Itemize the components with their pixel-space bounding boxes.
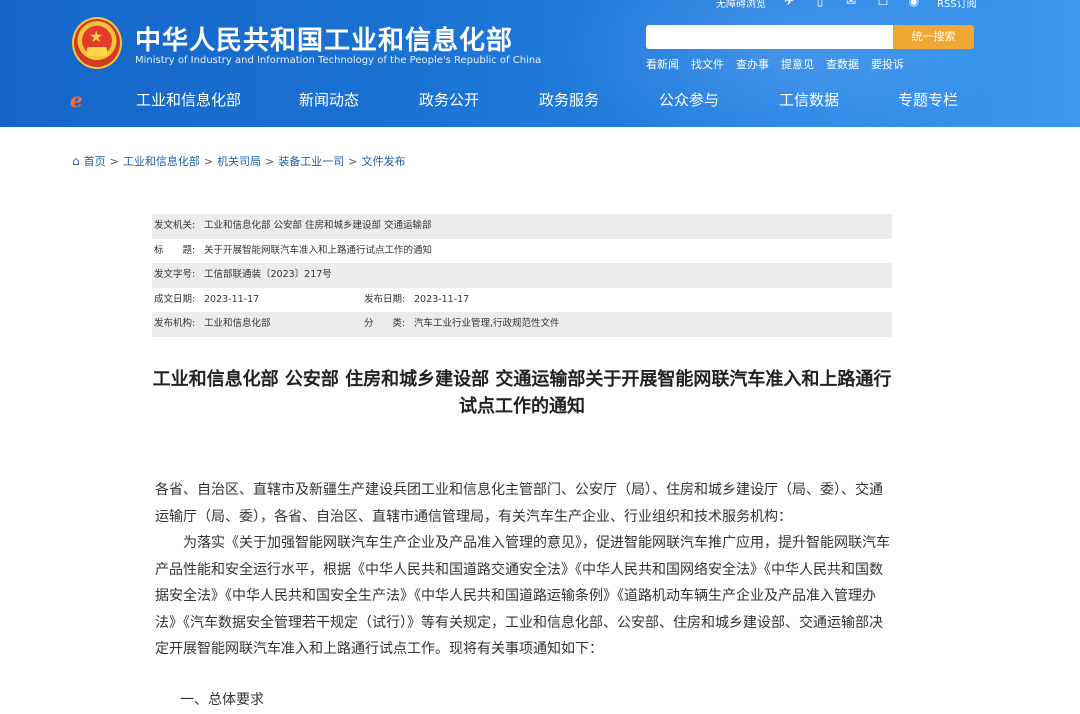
breadcrumb-separator: >	[203, 154, 214, 168]
star-icon: ★	[89, 27, 104, 46]
nav-item-news[interactable]: 新闻动态	[299, 88, 359, 112]
user-icon[interactable]: ☐	[876, 0, 890, 8]
meta-row-title: 标 题: 关于开展智能网联汽车准入和上路通行试点工作的通知	[152, 239, 892, 264]
created-date-label: 成文日期:	[154, 293, 196, 305]
meta-row-docno: 发文字号: 工信部联通装〔2023〕217号	[152, 263, 892, 288]
nav-item-gov-affairs[interactable]: 政务公开	[419, 88, 479, 112]
search-button[interactable]: 统一搜索	[893, 25, 974, 49]
nav-item-public-participation[interactable]: 公众参与	[659, 88, 719, 112]
body-paragraph: 为落实《关于加强智能网联汽车生产企业及产品准入管理的意见》，促进智能网联汽车推广…	[155, 535, 890, 657]
published-date-label: 发布日期:	[364, 293, 406, 305]
title-value: 关于开展智能网联汽车准入和上路通行试点工作的通知	[204, 244, 433, 256]
accessibility-link[interactable]: 无障碍浏览	[716, 0, 766, 10]
nav-item-gov-services[interactable]: 政务服务	[539, 88, 599, 112]
document-meta-table: 发文机关: 工业和信息化部 公安部 住房和城乡建设部 交通运输部 标 题: 关于…	[152, 214, 892, 337]
breadcrumb-equipment-dept[interactable]: 装备工业一司	[278, 153, 344, 169]
nav-item-miit[interactable]: 工业和信息化部	[136, 88, 241, 112]
search-input[interactable]	[646, 25, 893, 49]
docno-value: 工信部联通装〔2023〕217号	[204, 269, 332, 280]
breadcrumb: ⌂ 首页 > 工业和信息化部 > 机关司局 > 装备工业一司 > 文件发布	[72, 153, 406, 169]
site-header: ★ 中华人民共和国工业和信息化部 Ministry of Industry an…	[0, 0, 1080, 127]
quick-link-feedback[interactable]: 提意见	[781, 56, 814, 72]
main-nav: 工业和信息化部 新闻动态 政务公开 政务服务 公众参与 工信数据 专题专栏	[0, 88, 1080, 114]
category-label: 分 类:	[364, 318, 406, 329]
nav-item-special-topics[interactable]: 专题专栏	[898, 88, 958, 112]
gate-shape	[87, 47, 107, 56]
issuer-value: 工业和信息化部 公安部 住房和城乡建设部 交通运输部	[204, 220, 432, 231]
section-heading: 一、总体要求	[180, 692, 264, 708]
ministry-name-en: Ministry of Industry and Information Tec…	[135, 55, 542, 66]
breadcrumb-separator: >	[348, 154, 358, 168]
document-title: 工业和信息化部 公安部 住房和城乡建设部 交通运输部关于开展智能网联汽车准入和上…	[152, 369, 892, 417]
weibo-icon[interactable]: ◉	[907, 0, 921, 8]
org-value: 工业和信息化部	[204, 318, 271, 329]
breadcrumb-miit[interactable]: 工业和信息化部	[123, 153, 200, 169]
quick-link-news[interactable]: 看新闻	[646, 56, 679, 72]
breadcrumb-separator: >	[265, 154, 275, 168]
org-label: 发布机构:	[154, 318, 196, 329]
meta-row-dates: 成文日期: 2023-11-17 发布日期: 2023-11-17	[152, 288, 892, 313]
weixin-icon[interactable]: ✈	[782, 0, 796, 8]
breadcrumb-file-release[interactable]: 文件发布	[362, 153, 406, 169]
docno-label: 发文字号:	[154, 269, 196, 280]
breadcrumb-departments[interactable]: 机关司局	[217, 153, 261, 169]
meta-row-issuer: 发文机关: 工业和信息化部 公安部 住房和城乡建设部 交通运输部	[152, 214, 892, 239]
mobile-icon[interactable]: ▯	[813, 0, 827, 8]
title-label: 标 题:	[154, 244, 196, 256]
published-date-value: 2023-11-17	[414, 293, 470, 305]
ministry-name-cn[interactable]: 中华人民共和国工业和信息化部	[135, 20, 513, 57]
breadcrumb-home[interactable]: 首页	[84, 153, 106, 169]
document-body: 各省、自治区、直辖市及新疆生产建设兵团工业和信息化主管部门、公安厅（局）、住房和…	[155, 477, 895, 663]
issuer-label: 发文机关:	[154, 220, 196, 231]
national-emblem-icon[interactable]: ★	[72, 17, 122, 69]
quick-link-data[interactable]: 查数据	[826, 56, 859, 72]
meta-row-org: 发布机构: 工业和信息化部 分 类: 汽车工业行业管理,行政规范性文件	[152, 312, 892, 337]
quick-link-services[interactable]: 查办事	[736, 56, 769, 72]
breadcrumb-separator: >	[109, 154, 119, 168]
nav-item-data[interactable]: 工信数据	[779, 88, 839, 112]
quick-link-complaint[interactable]: 要投诉	[871, 56, 904, 72]
quick-link-files[interactable]: 找文件	[691, 56, 724, 72]
home-icon: ⌂	[72, 154, 80, 168]
category-value: 汽车工业行业管理,行政规范性文件	[414, 318, 560, 329]
rss-link[interactable]: RSS订阅	[937, 0, 977, 10]
quick-links: 看新闻 找文件 查办事 提意见 查数据 要投诉	[646, 56, 904, 72]
salutation-paragraph: 各省、自治区、直辖市及新疆生产建设兵团工业和信息化主管部门、公安厅（局）、住房和…	[155, 482, 883, 525]
mail-icon[interactable]: ✉	[844, 0, 858, 8]
created-date-value: 2023-11-17	[204, 293, 260, 305]
